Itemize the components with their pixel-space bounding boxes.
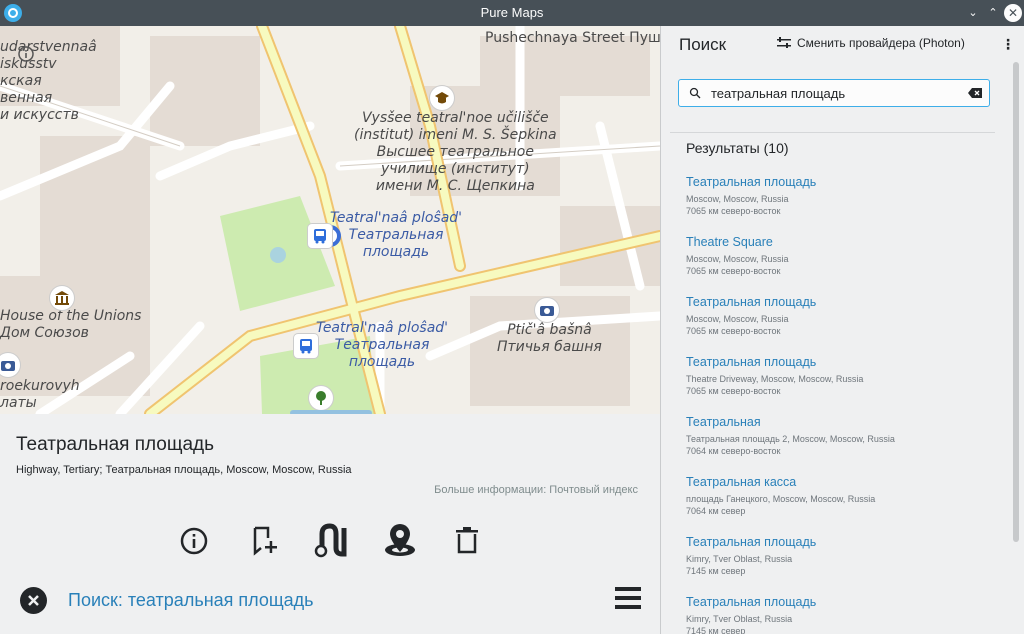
title-bar: Pure Maps ⌄ ⌃ ✕ (0, 0, 1024, 26)
result-title[interactable]: Theatre Square (686, 234, 996, 250)
map-label-school: Vysšee teatral'noe učilišče (institut) i… (354, 110, 557, 194)
result-address: Kimry, Tver Oblast, Russia (686, 614, 793, 624)
result-title[interactable]: Театральная касса (686, 474, 996, 490)
results-header: Результаты (10) (686, 140, 789, 156)
result-item[interactable]: Театральная площадь Moscow, Moscow, Russi… (686, 294, 996, 354)
bus-stop-icon[interactable] (294, 334, 318, 358)
map-label-house-of-unions: House of the Unions Дом Союзов (0, 308, 142, 341)
result-address: Театральная площадь 2, Moscow, Moscow, R… (686, 434, 895, 444)
bus-stop-icon-2[interactable] (308, 224, 332, 248)
museum-poi-icon[interactable] (50, 286, 74, 310)
result-address: Moscow, Moscow, Russia (686, 254, 789, 264)
result-item[interactable]: Театральная площадь Kimry, Tver Oblast, R… (686, 534, 996, 594)
info-icon[interactable] (178, 522, 210, 558)
close-search-button[interactable] (20, 587, 47, 614)
settings-sliders-icon (777, 37, 791, 48)
maximize-button[interactable]: ⌃ (984, 4, 1002, 22)
result-address: Moscow, Moscow, Russia (686, 314, 789, 324)
more-info-link[interactable]: Больше информации: Почтовый индекс (434, 484, 638, 496)
window-title: Pure Maps (480, 5, 544, 20)
map-label-museum-5: и искусств (0, 107, 79, 123)
result-distance: 7145 км север (686, 566, 746, 576)
map-view[interactable]: udarstvennaâ iskusstv кская венная и иск… (0, 26, 660, 414)
scrollbar[interactable] (1013, 62, 1019, 542)
camera-poi-icon[interactable] (535, 298, 559, 322)
result-distance: 7065 км северо-восток (686, 206, 781, 216)
delete-icon[interactable] (452, 522, 484, 558)
close-window-button[interactable]: ✕ (1004, 4, 1022, 22)
search-query-label[interactable]: Поиск: театральная площадь (68, 590, 314, 611)
result-item[interactable]: Театральная площадь Kimry, Tver Oblast, R… (686, 594, 996, 634)
nearby-icon[interactable] (382, 522, 415, 558)
menu-icon[interactable] (615, 587, 641, 611)
bookmark-add-icon[interactable] (248, 522, 280, 558)
search-input[interactable] (711, 84, 961, 102)
result-address: Theatre Driveway, Moscow, Moscow, Russia (686, 374, 864, 384)
map-label-square-2: Teatral'naâ ploŝad' Театральная площадь (316, 320, 449, 370)
result-distance: 7065 км северо-восток (686, 326, 781, 336)
results-list: Театральная площадь Moscow, Moscow, Russi… (686, 174, 996, 634)
clear-text-icon[interactable] (968, 88, 982, 98)
result-item[interactable]: Театральная площадь Moscow, Moscow, Russi… (686, 174, 996, 234)
result-title[interactable]: Театральная (686, 414, 996, 430)
result-distance: 7064 км северо-восток (686, 446, 781, 456)
close-icon (28, 595, 39, 606)
result-title[interactable]: Театральная площадь (686, 354, 996, 370)
result-item[interactable]: Театральная Театральная площадь 2, Moscow… (686, 414, 996, 474)
map-label-museum-4: венная (0, 90, 53, 106)
place-description: Highway, Tertiary; Театральная площадь, … (16, 464, 352, 476)
result-title[interactable]: Театральная площадь (686, 594, 996, 610)
divider (670, 132, 995, 133)
result-distance: 7145 км север (686, 626, 746, 634)
result-item[interactable]: Theatre Square Moscow, Moscow, Russia 7065… (686, 234, 996, 294)
map-label-museum-3: кская (0, 73, 42, 89)
route-icon[interactable] (314, 522, 347, 558)
result-title[interactable]: Театральная площадь (686, 534, 996, 550)
change-provider-button[interactable]: Сменить провайдера (Photon) (777, 36, 965, 50)
result-address: площадь Ганецкого, Moscow, Moscow, Russi… (686, 494, 876, 504)
result-distance: 7064 км север (686, 506, 746, 516)
map-label-square-1: Teatral'naâ ploŝad' Театральная площадь (330, 210, 463, 260)
result-address: Kimry, Tver Oblast, Russia (686, 554, 793, 564)
overflow-menu-button[interactable]: ⋮ (1001, 36, 1015, 53)
result-distance: 7065 км северо-восток (686, 266, 781, 276)
search-field[interactable] (678, 79, 990, 107)
result-item[interactable]: Театральная площадь Theatre Driveway, Mos… (686, 354, 996, 414)
result-title[interactable]: Театральная площадь (686, 174, 996, 190)
map-label-bottom-left: roekurovyh латы (0, 378, 80, 411)
school-poi-icon[interactable] (430, 86, 454, 110)
search-panel: Поиск Сменить провайдера (Photon) ⋮ Резу… (660, 26, 1024, 634)
result-item[interactable]: Театральная касса площадь Ганецкого, Mosc… (686, 474, 996, 534)
result-distance: 7065 км северо-восток (686, 386, 781, 396)
place-title: Театральная площадь (16, 434, 215, 455)
tree-poi-icon[interactable] (309, 386, 333, 410)
provider-label: Сменить провайдера (Photon) (797, 36, 965, 50)
map-label-tower: Ptič'â bašnâ Птичья башня (497, 322, 602, 355)
map-info-icon[interactable] (14, 42, 38, 66)
panel-title: Поиск (679, 35, 727, 54)
result-address: Moscow, Moscow, Russia (686, 194, 789, 204)
place-info-panel: Театральная площадь Highway, Tertiary; Т… (0, 414, 660, 634)
map-label-street: Pushechnaya Street Пуш (485, 30, 660, 46)
result-title[interactable]: Театральная площадь (686, 294, 996, 310)
search-icon (689, 87, 701, 99)
minimize-button[interactable]: ⌄ (964, 4, 982, 22)
